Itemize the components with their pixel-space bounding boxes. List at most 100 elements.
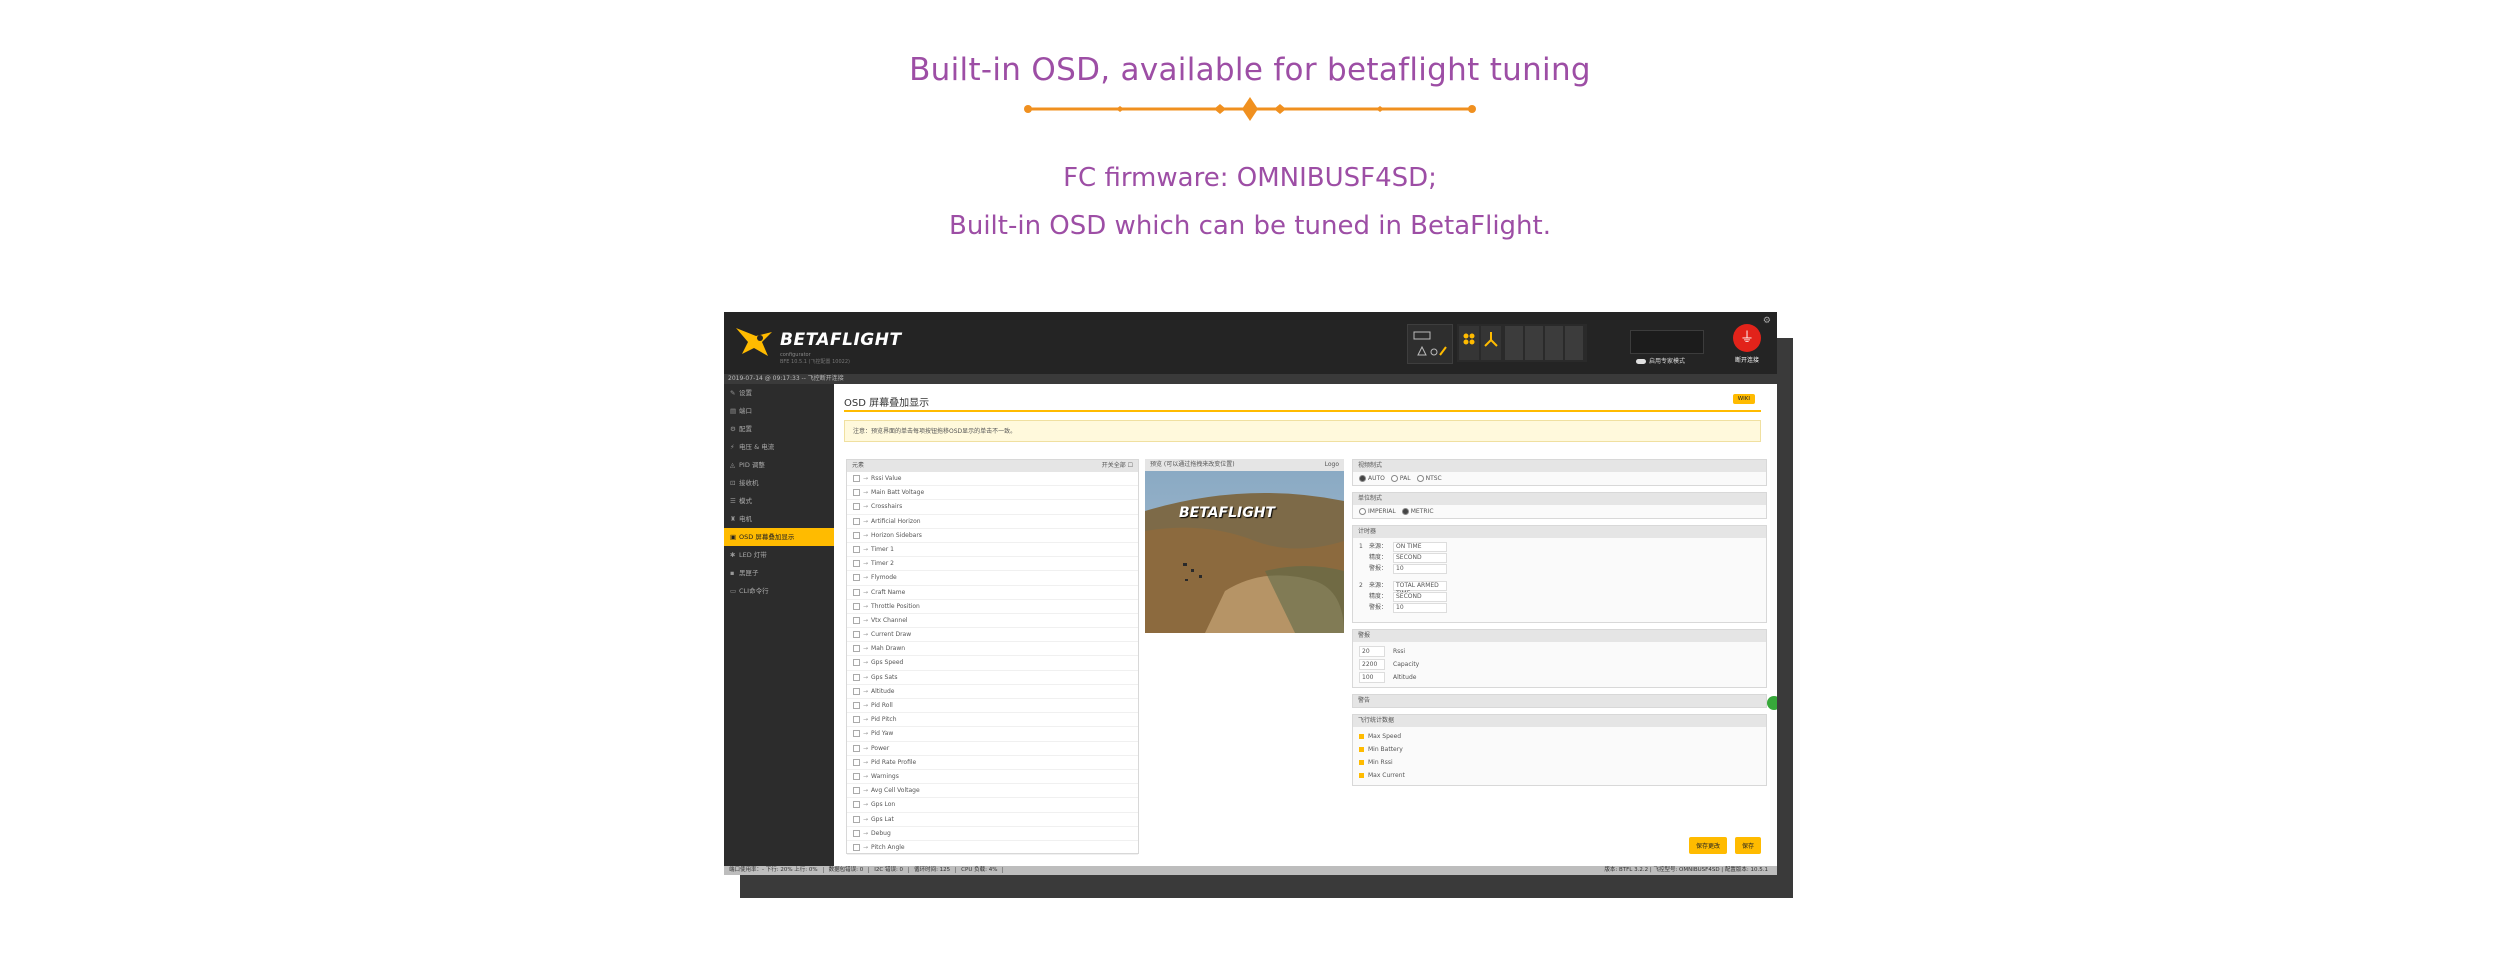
sidebar-item[interactable]: ⊡ 接收机 xyxy=(724,474,834,492)
list-item[interactable]: → Gps Sats xyxy=(847,671,1138,685)
save-button[interactable]: 保存 xyxy=(1734,837,1761,854)
gear-icon[interactable]: ⚙ xyxy=(1763,316,1771,326)
checkbox[interactable] xyxy=(853,545,860,553)
list-item[interactable]: → Warnings xyxy=(847,770,1138,785)
checkbox[interactable] xyxy=(853,673,860,681)
list-item[interactable]: → Power xyxy=(847,742,1138,756)
list-item[interactable]: → Debug xyxy=(847,827,1138,841)
list-item[interactable]: → Timer 2 xyxy=(847,557,1138,572)
stat-row[interactable]: Min Rssi xyxy=(1359,756,1760,769)
radio-option[interactable]: PAL xyxy=(1390,475,1411,482)
sidebar-item[interactable]: ☰ 模式 xyxy=(724,492,834,510)
checkbox[interactable] xyxy=(853,489,860,497)
checkbox[interactable] xyxy=(853,574,860,582)
timer-field-value[interactable]: TOTAL ARMED TIME xyxy=(1393,580,1447,597)
checkbox[interactable] xyxy=(1359,760,1364,765)
timer-field-value[interactable]: ON TIME xyxy=(1393,541,1447,552)
toggle-switch[interactable] xyxy=(1636,359,1646,364)
sidebar-item[interactable]: ▭ CLI命令行 xyxy=(724,582,834,600)
stat-row[interactable]: Min Battery xyxy=(1359,743,1760,756)
list-item[interactable]: → Gps Lon xyxy=(847,798,1138,813)
radio-option[interactable]: NTSC xyxy=(1416,475,1442,482)
checkbox[interactable] xyxy=(853,531,860,539)
radio-button[interactable] xyxy=(1401,508,1409,515)
radio-button[interactable] xyxy=(1390,475,1398,482)
checkbox[interactable] xyxy=(853,588,860,596)
toggle-all[interactable]: 开关全部 ☐ xyxy=(1102,460,1133,472)
list-item[interactable]: → Throttle Position xyxy=(847,600,1138,614)
checkbox[interactable] xyxy=(1359,734,1364,739)
list-item[interactable]: → Gps Speed xyxy=(847,656,1138,671)
list-item[interactable]: → Pitch Angle xyxy=(847,841,1138,856)
list-item[interactable]: → Pid Pitch xyxy=(847,713,1138,728)
list-item[interactable]: → Pid Rate Profile xyxy=(847,756,1138,770)
checkbox[interactable] xyxy=(853,787,860,795)
sidebar-item[interactable]: ⚙ 配置 xyxy=(724,420,834,438)
radio-button[interactable] xyxy=(1359,508,1366,515)
list-item[interactable]: → Pid Yaw xyxy=(847,727,1138,742)
checkbox[interactable] xyxy=(853,843,860,851)
radio-option[interactable]: IMPERIAL xyxy=(1359,508,1396,515)
checkbox[interactable] xyxy=(853,560,860,568)
expert-mode-toggle[interactable]: 启用专家模式 xyxy=(1636,356,1685,365)
list-item[interactable]: → Horizon Sidebars xyxy=(847,529,1138,543)
radio-option[interactable]: METRIC xyxy=(1401,508,1434,515)
chat-bubble-icon[interactable] xyxy=(1767,696,1777,710)
alarm-input[interactable]: 2200 xyxy=(1359,659,1385,670)
checkbox[interactable] xyxy=(853,829,860,837)
checkbox[interactable] xyxy=(853,475,860,482)
checkbox[interactable] xyxy=(853,631,860,639)
checkbox[interactable] xyxy=(853,602,860,610)
sidebar-item[interactable]: ▪ 黑匣子 xyxy=(724,564,834,582)
stat-row[interactable]: Max Current xyxy=(1359,769,1760,782)
checkbox[interactable] xyxy=(853,503,860,511)
alarm-input[interactable]: 20 xyxy=(1359,646,1385,657)
checkbox[interactable] xyxy=(853,801,860,809)
sidebar-item[interactable]: ◬ PID 调整 xyxy=(724,456,834,474)
list-item[interactable]: → Altitude xyxy=(847,685,1138,699)
radio-button[interactable] xyxy=(1416,475,1424,482)
timer-field-value[interactable]: SECOND xyxy=(1393,552,1447,563)
disconnect-button[interactable]: ⏚ 断开连接 xyxy=(1721,320,1773,370)
sidebar-item[interactable]: ♜ 电机 xyxy=(724,510,834,528)
list-item[interactable]: → Timer 1 xyxy=(847,543,1138,558)
sidebar-item[interactable]: ✱ LED 灯带 xyxy=(724,546,834,564)
list-item[interactable]: → Craft Name xyxy=(847,586,1138,600)
checkbox[interactable] xyxy=(853,702,860,709)
list-item[interactable]: → Current Draw xyxy=(847,628,1138,643)
sidebar-item[interactable]: ✎ 设置 xyxy=(724,384,834,402)
list-item[interactable]: → Mah Drawn xyxy=(847,642,1138,657)
list-item[interactable]: → Vtx Channel xyxy=(847,614,1138,629)
list-item[interactable]: → Rssi Value xyxy=(847,472,1138,487)
timer-field-value[interactable]: 10 xyxy=(1393,602,1447,613)
list-item[interactable]: → Main Batt Voltage xyxy=(847,486,1138,501)
timer-field-value[interactable]: 10 xyxy=(1393,563,1447,574)
sidebar-item[interactable]: ⚡ 电压 & 电流 xyxy=(724,438,834,456)
list-item[interactable]: → Pid Roll xyxy=(847,699,1138,714)
sidebar-item[interactable]: ▣ OSD 屏幕叠加显示 xyxy=(724,528,834,546)
checkbox[interactable] xyxy=(853,815,860,823)
checkbox[interactable] xyxy=(853,758,860,766)
list-item[interactable]: → Crosshairs xyxy=(847,500,1138,515)
preview-image[interactable]: BETAFLIGHT xyxy=(1145,471,1344,633)
checkbox[interactable] xyxy=(853,772,860,780)
list-item[interactable]: → Gps Lat xyxy=(847,813,1138,827)
list-item[interactable]: → Artificial Horizon xyxy=(847,515,1138,529)
save-font-button[interactable]: 保存更改 xyxy=(1689,837,1728,854)
timer-field-value[interactable]: SECOND xyxy=(1393,591,1447,602)
logo-toggle[interactable]: Logo xyxy=(1325,459,1339,471)
radio-button[interactable] xyxy=(1359,475,1366,482)
wiki-button[interactable]: WIKI xyxy=(1732,394,1755,404)
checkbox[interactable] xyxy=(853,744,860,752)
checkbox[interactable] xyxy=(1359,747,1364,752)
port-select[interactable] xyxy=(1630,330,1704,354)
checkbox[interactable] xyxy=(853,517,860,525)
checkbox[interactable] xyxy=(853,687,860,695)
checkbox[interactable] xyxy=(853,730,860,738)
checkbox[interactable] xyxy=(853,659,860,667)
list-item[interactable]: → Flymode xyxy=(847,571,1138,586)
alarm-input[interactable]: 100 xyxy=(1359,672,1385,683)
checkbox[interactable] xyxy=(853,645,860,653)
stat-row[interactable]: Max Speed xyxy=(1359,730,1760,743)
sidebar-item[interactable]: ▤ 端口 xyxy=(724,402,834,420)
